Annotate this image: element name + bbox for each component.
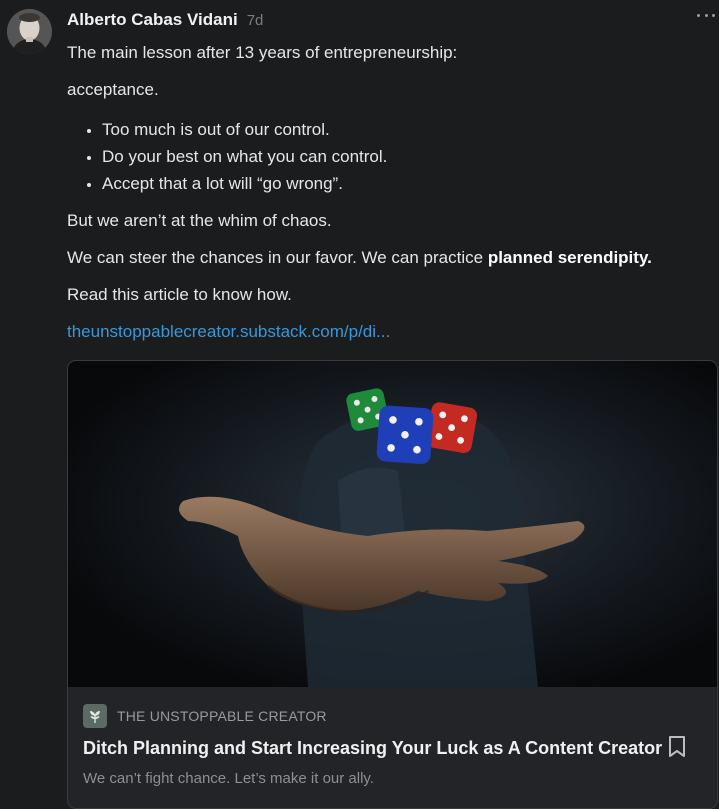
post-time[interactable]: 7d (247, 12, 264, 29)
list-item: Accept that a lot will “go wrong”. (102, 170, 707, 197)
post-text-line: The main lesson after 13 years of entrep… (67, 43, 458, 62)
post-link-line: theunstoppablecreator.substack.com/p/di.… (67, 321, 707, 343)
post-text-line: Read this article to know how. (67, 285, 292, 304)
post-header: Alberto Cabas Vidani 7d (67, 10, 707, 36)
post-text-segment: We can steer the chances in our favor. W… (67, 248, 488, 267)
article-title[interactable]: Ditch Planning and Start Increasing Your… (83, 738, 662, 759)
bullet-list: Too much is out of our control. Do your … (67, 116, 707, 197)
post-text-line: acceptance. (67, 80, 159, 99)
list-item: Too much is out of our control. (102, 116, 707, 143)
card-meta: THE UNSTOPPABLE CREATOR Ditch Planning a… (68, 687, 717, 808)
note-post: Alberto Cabas Vidani 7d The main lesson … (0, 0, 719, 809)
list-item: Do your best on what you can control. (102, 143, 707, 170)
link-preview-card[interactable]: THE UNSTOPPABLE CREATOR Ditch Planning a… (67, 360, 718, 809)
post-bold-text: planned serendipity. (487, 248, 652, 267)
author-name[interactable]: Alberto Cabas Vidani (67, 10, 238, 30)
avatar-image (7, 9, 52, 54)
bookmark-icon[interactable] (667, 735, 687, 759)
post-text-line: We can steer the chances in our favor. W… (67, 247, 707, 269)
post-content: Alberto Cabas Vidani 7d The main lesson … (67, 10, 707, 343)
article-subtitle: We can’t fight chance. Let’s make it our… (83, 770, 374, 787)
dice-hand-illustration (68, 361, 717, 687)
article-cover-image (68, 361, 717, 687)
plant-logo-icon (83, 704, 107, 728)
article-link[interactable]: theunstoppablecreator.substack.com/p/di.… (67, 322, 390, 341)
author-avatar[interactable] (7, 9, 52, 54)
post-text-line: But we aren’t at the whim of chaos. (67, 211, 332, 230)
publication-name: THE UNSTOPPABLE CREATOR (117, 708, 327, 724)
publication-row: THE UNSTOPPABLE CREATOR (83, 704, 327, 728)
